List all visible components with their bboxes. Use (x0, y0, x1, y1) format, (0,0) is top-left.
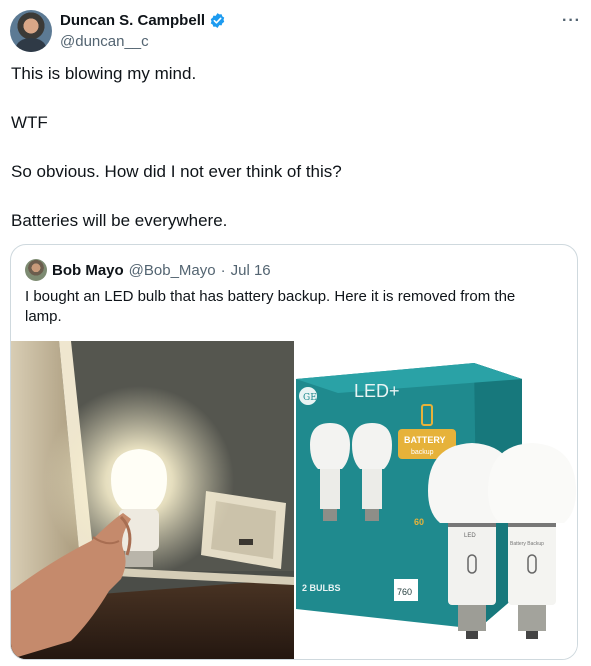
author-name-row: Duncan S. Campbell (60, 12, 226, 29)
quoted-tweet-date: Jul 16 (230, 261, 271, 279)
tweet-line: WTF (11, 113, 48, 132)
quoted-tweet-header: Bob Mayo @Bob_Mayo · Jul 16 (25, 259, 271, 281)
quoted-tweet-text: I bought an LED bulb that has battery ba… (25, 288, 516, 325)
product-title: LED+ (354, 381, 400, 401)
photo-hand-holding-bulb-art (11, 341, 294, 659)
author-avatar[interactable] (10, 10, 52, 52)
bulb-count: 2 BULBS (302, 583, 341, 593)
lumens-value: 760 (397, 587, 412, 597)
tweet-header: Duncan S. Campbell @duncan__c ··· (10, 8, 585, 54)
tweet-line: So obvious. How did I not ever think of … (11, 162, 342, 181)
author-display-name[interactable]: Duncan S. Campbell (60, 12, 205, 29)
separator-dot: · (220, 261, 226, 279)
quoted-tweet[interactable]: Bob Mayo @Bob_Mayo · Jul 16 I bought an … (10, 244, 578, 660)
tweet-body: This is blowing my mind. WTF So obvious.… (11, 62, 571, 258)
wattage-value: 60 (414, 517, 424, 527)
badge-line-1: BATTERY (404, 435, 446, 445)
brand-logo-text: GE (303, 393, 317, 403)
tweet-line: Batteries will be everywhere. (11, 211, 228, 230)
photo-hand-holding-bulb[interactable] (11, 341, 294, 659)
quoted-author-handle: @Bob_Mayo (128, 261, 216, 279)
more-options-icon[interactable]: ··· (562, 12, 581, 30)
author-handle[interactable]: @duncan__c (60, 33, 149, 50)
photo-product-box-art: GE LED+ BATTERY backup 2 BULBS 760 60 LE… (296, 363, 576, 639)
bulb-sublabel: Battery Backup (510, 541, 544, 547)
badge-line-2: backup (411, 449, 434, 456)
quoted-author-avatar (25, 259, 47, 281)
photo-product-box[interactable]: GE LED+ BATTERY backup 2 BULBS 760 60 LE… (296, 341, 577, 659)
tweet-line: This is blowing my mind. (11, 64, 197, 83)
quoted-author-name: Bob Mayo (52, 261, 124, 279)
bulb-label: LED (464, 533, 476, 539)
media-grid: GE LED+ BATTERY backup 2 BULBS 760 60 LE… (11, 341, 577, 659)
verified-badge-icon (210, 13, 225, 28)
